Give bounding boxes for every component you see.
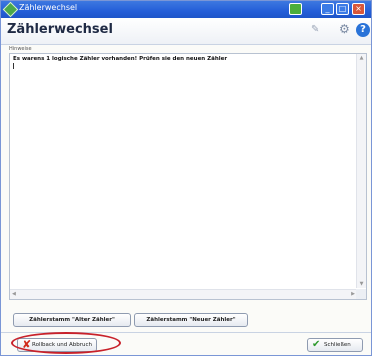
gear-icon[interactable]: ⚙ xyxy=(339,22,350,36)
app-icon xyxy=(2,1,19,18)
status-icon xyxy=(289,3,302,15)
dialog-header: Zählerwechsel ✎ ⚙ ? xyxy=(1,18,371,45)
message-textarea[interactable]: Es warens 1 logische Zähler vorhanden! P… xyxy=(9,53,367,300)
close-window-button[interactable]: × xyxy=(352,3,365,15)
main-window: Zählerwechsel _ □ × Zählerwechsel ✎ ⚙ ? … xyxy=(0,0,372,356)
page-title: Zählerwechsel xyxy=(7,22,113,37)
scroll-up-icon[interactable]: ▲ xyxy=(358,55,365,61)
text-caret xyxy=(13,63,14,69)
scroll-right-icon[interactable]: ▶ xyxy=(351,291,355,297)
field-label: Hinweise xyxy=(9,46,32,52)
check-icon: ✔ xyxy=(312,339,321,350)
vertical-scrollbar[interactable]: ▲ ▼ xyxy=(356,54,366,288)
window-title: Zählerwechsel xyxy=(19,3,78,12)
maximize-button[interactable]: □ xyxy=(336,3,349,15)
horizontal-scrollbar[interactable]: ◀ ▶ xyxy=(10,289,357,299)
alter-zaehler-button[interactable]: Zählerstamm "Alter Zähler" xyxy=(13,313,131,327)
close-label: Schließen xyxy=(324,342,351,348)
minimize-button[interactable]: _ xyxy=(321,3,334,15)
close-button[interactable]: ✔ Schließen xyxy=(307,338,363,352)
neuer-zaehler-button[interactable]: Zählerstamm "Neuer Zähler" xyxy=(134,313,248,327)
help-icon[interactable]: ? xyxy=(356,23,370,37)
message-text: Es warens 1 logische Zähler vorhanden! P… xyxy=(13,56,228,62)
scroll-down-icon[interactable]: ▼ xyxy=(358,281,365,287)
title-bar[interactable]: Zählerwechsel _ □ × xyxy=(1,1,371,18)
scroll-left-icon[interactable]: ◀ xyxy=(12,291,16,297)
pencil-icon[interactable]: ✎ xyxy=(311,24,319,35)
highlight-annotation xyxy=(11,332,121,354)
scroll-corner xyxy=(356,289,366,299)
